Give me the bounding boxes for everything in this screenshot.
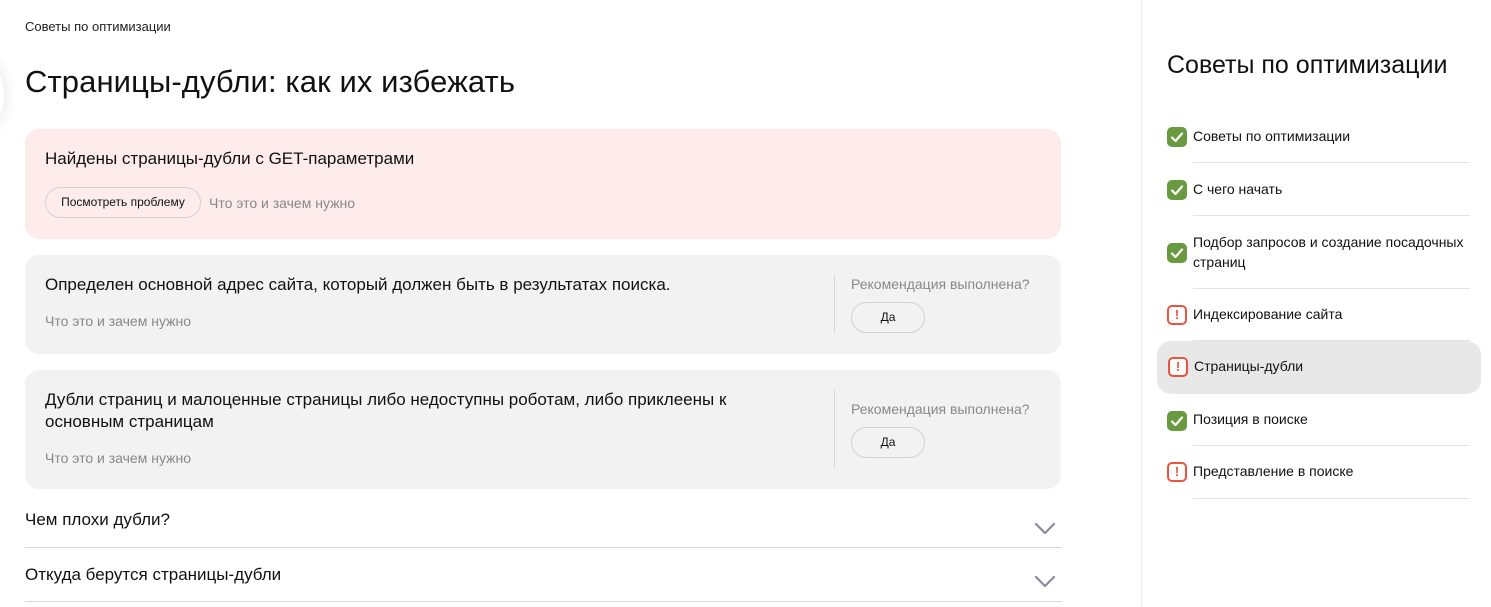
chevron-down-icon xyxy=(1034,575,1056,588)
accordion-where-duplicates-come-from[interactable]: Откуда берутся страницы-дубли xyxy=(25,548,1062,602)
breadcrumb[interactable]: Советы по оптимизации xyxy=(25,19,171,34)
divider xyxy=(834,275,835,333)
recommendation-card: Определен основной адрес сайта, который … xyxy=(25,255,1061,354)
sidebar-item-optimization-tips[interactable]: Советы по оптимизации xyxy=(1156,110,1480,163)
sidebar-nav: Советы по оптимизации С чего начать Подб… xyxy=(1156,110,1482,499)
sidebar: Советы по оптимизации Советы по оптимиза… xyxy=(1141,0,1491,607)
page-title: Страницы-дубли: как их избежать xyxy=(25,64,516,99)
main-content: Советы по оптимизации Страницы-дубли: ка… xyxy=(0,0,1141,607)
sidebar-item-search-position[interactable]: Позиция в поиске xyxy=(1156,394,1480,446)
check-icon xyxy=(1167,243,1187,263)
divider xyxy=(834,390,835,468)
sidebar-item-search-appearance[interactable]: ! Представление в поиске xyxy=(1156,446,1480,499)
sidebar-item-getting-started[interactable]: С чего начать xyxy=(1156,163,1480,216)
sidebar-title: Советы по оптимизации xyxy=(1167,51,1448,79)
check-icon xyxy=(1167,127,1187,147)
recommendation-card: Дубли страниц и малоценные страницы либо… xyxy=(25,370,1061,489)
accordion-why-duplicates-bad[interactable]: Чем плохи дубли? xyxy=(25,489,1062,548)
accordion-title: Чем плохи дубли? xyxy=(25,510,170,529)
edge-shadow xyxy=(0,60,4,130)
recommendation-text: Определен основной адрес сайта, который … xyxy=(45,275,671,294)
yes-button[interactable]: Да xyxy=(851,427,925,458)
help-link[interactable]: Что это и зачем нужно xyxy=(45,313,191,329)
view-problem-button[interactable]: Посмотреть проблему xyxy=(45,187,201,218)
warning-icon: ! xyxy=(1168,357,1188,377)
yes-button[interactable]: Да xyxy=(851,302,925,333)
divider xyxy=(1193,498,1470,499)
check-icon xyxy=(1167,411,1187,431)
recommendation-question: Рекомендация выполнена? xyxy=(851,276,1030,292)
recommendation-text: Дубли страниц и малоценные страницы либо… xyxy=(45,390,727,431)
sidebar-item-label: Страницы-дубли xyxy=(1194,358,1304,374)
help-link[interactable]: Что это и зачем нужно xyxy=(45,450,191,466)
recommendation-question: Рекомендация выполнена? xyxy=(851,401,1030,417)
sidebar-item-label: Индексирование сайта xyxy=(1193,306,1343,322)
check-icon xyxy=(1167,180,1187,200)
alert-title: Найдены страницы-дубли с GET-параметрами xyxy=(45,149,415,168)
warning-icon: ! xyxy=(1167,462,1187,482)
sidebar-item-label: С чего начать xyxy=(1193,181,1283,197)
sidebar-item-duplicate-pages[interactable]: ! Страницы-дубли xyxy=(1157,341,1481,394)
sidebar-item-label: Позиция в поиске xyxy=(1193,411,1308,427)
accordion-title: Откуда берутся страницы-дубли xyxy=(25,565,282,584)
chevron-down-icon xyxy=(1034,522,1056,535)
sidebar-item-label: Советы по оптимизации xyxy=(1193,128,1351,144)
sidebar-item-queries-landing-pages[interactable]: Подбор запросов и создание посадочных ст… xyxy=(1156,216,1480,289)
sidebar-item-site-indexing[interactable]: ! Индексирование сайта xyxy=(1156,289,1480,341)
sidebar-item-label: Представление в поиске xyxy=(1193,463,1354,479)
help-link[interactable]: Что это и зачем нужно xyxy=(209,195,355,211)
problem-alert-card: Найдены страницы-дубли с GET-параметрами… xyxy=(25,129,1061,239)
warning-icon: ! xyxy=(1167,305,1187,325)
sidebar-item-label: Подбор запросов и создание посадочных ст… xyxy=(1193,234,1464,270)
